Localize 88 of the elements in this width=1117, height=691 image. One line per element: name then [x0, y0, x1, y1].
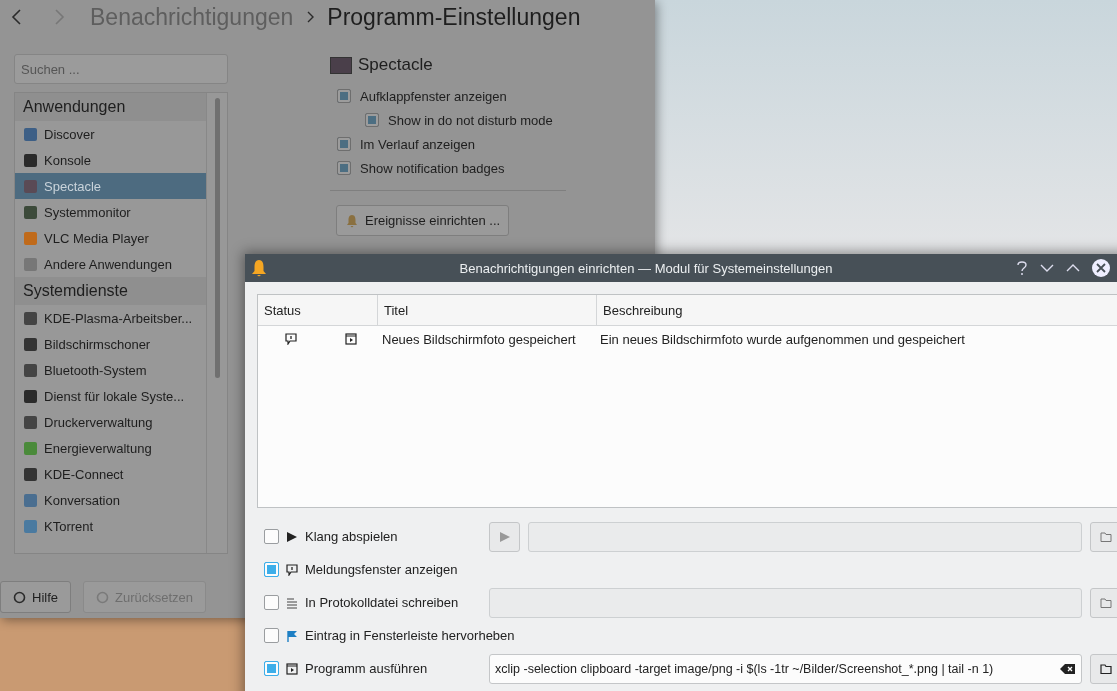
maximize-icon[interactable] [1066, 263, 1080, 273]
sidebar-item[interactable]: Discover [15, 121, 206, 147]
footer-button[interactable]: Hilfe [0, 581, 71, 613]
checkbox[interactable] [365, 113, 379, 127]
search-field[interactable]: Suchen ... [14, 54, 228, 84]
sidebar-item[interactable]: Bildschirmschoner [15, 331, 206, 357]
folder-icon [1099, 530, 1112, 543]
table-cell-text: Neues Bildschirmfoto gespeichert [381, 331, 577, 347]
app-icon [24, 153, 37, 167]
app-icon [24, 389, 37, 403]
run-program-icon [345, 333, 357, 345]
minimize-icon[interactable] [1040, 263, 1054, 273]
sidebar-item[interactable]: Konversation [15, 487, 206, 513]
app-icon [24, 441, 37, 455]
app-icon [24, 257, 37, 271]
sidebar-item[interactable]: Systemmonitor [15, 199, 206, 225]
folder-icon [1099, 596, 1112, 609]
play-icon [286, 530, 298, 543]
action-label: Programm ausführen [305, 661, 428, 676]
sidebar-item[interactable]: KDE-Plasma-Arbeitsber... [15, 305, 206, 331]
action-label: Meldungsfenster anzeigen [305, 562, 458, 577]
flag-icon [286, 629, 298, 642]
action-label: Eintrag in Fensterleiste hervorheben [305, 628, 515, 643]
table-cell-text: Ein neues Bildschirmfoto wurde aufgenommen und gespeichert [599, 331, 966, 347]
close-icon[interactable] [1092, 259, 1110, 277]
app-icon [24, 337, 37, 351]
app-icon [24, 363, 37, 377]
app-icon [24, 467, 37, 481]
sidebar-item[interactable]: Energieverwaltung [15, 435, 206, 461]
checkbox[interactable] [264, 595, 279, 610]
chevron-icon [305, 10, 316, 24]
app-icon [24, 205, 37, 219]
checkbox[interactable] [264, 661, 279, 676]
column-header[interactable]: Status [258, 295, 378, 325]
sidebar-item[interactable]: Druckerverwaltung [15, 409, 206, 435]
clear-icon[interactable] [1060, 662, 1076, 675]
run-program-icon [286, 662, 298, 675]
folder-button[interactable] [1090, 587, 1117, 618]
window-title: Benachrichtigungen einrichten — Modul für Systemeinstellungen [458, 260, 834, 276]
column-header[interactable]: Titel [378, 295, 597, 325]
button-icon [13, 590, 26, 604]
category-header: Anwendungen [15, 93, 206, 121]
configure-events-button[interactable]: Ereignisse einrichten ... [336, 205, 510, 236]
button-icon [96, 590, 109, 604]
app-icon [24, 231, 37, 245]
message-icon [285, 333, 297, 345]
command-field[interactable]: xclip -selection clipboard -target image/png -i $(ls -1tr ~/Bilder/Screenshot_*.png | tail -n 1) [489, 653, 1082, 684]
breadcrumb-item[interactable]: Programm-Einstellungen [327, 3, 581, 31]
sidebar-item[interactable]: Konsole [15, 147, 206, 173]
text-lines-icon [286, 596, 298, 609]
option-label: Im Verlauf anzeigen [360, 136, 475, 152]
app-icon [24, 493, 37, 507]
bell-icon [250, 259, 268, 277]
app-icon [24, 311, 37, 325]
sidebar-item[interactable]: Dienst für lokale Syste... [15, 383, 206, 409]
action-label: In Protokolldatei schreiben [305, 595, 459, 610]
app-icon [24, 519, 37, 533]
checkbox[interactable] [264, 628, 279, 643]
sidebar-item[interactable]: Bluetooth-System [15, 357, 206, 383]
play-icon [498, 530, 511, 543]
app-icon [24, 415, 37, 429]
play-button[interactable] [489, 521, 520, 552]
sidebar-item[interactable]: KDE-Connect [15, 461, 206, 487]
app-icon [330, 56, 352, 74]
option-label: Show notification badges [360, 160, 505, 176]
folder-button[interactable] [1090, 521, 1117, 552]
column-header[interactable]: Beschreibung [597, 295, 1117, 325]
sidebar-item[interactable]: KTorrent [15, 513, 206, 539]
option-label: Show in do not disturb mode [388, 112, 553, 128]
folder-button[interactable] [1090, 653, 1117, 684]
message-icon [286, 563, 298, 576]
action-label: Klang abspielen [305, 529, 398, 544]
checkbox[interactable] [337, 161, 351, 175]
checkbox[interactable] [337, 137, 351, 151]
help-icon[interactable] [1016, 260, 1028, 276]
checkbox[interactable] [337, 89, 351, 103]
sidebar-item[interactable]: Spectacle [15, 173, 206, 199]
sidebar-item[interactable]: VLC Media Player [15, 225, 206, 251]
category-header: Systemdienste [15, 277, 206, 305]
sidebar-item[interactable]: Andere Anwendungen [15, 251, 206, 277]
folder-icon [1099, 662, 1112, 675]
checkbox[interactable] [264, 529, 279, 544]
app-title: Spectacle [358, 55, 433, 75]
app-icon [24, 127, 37, 141]
bell-icon [345, 213, 359, 228]
option-label: Aufklappfenster anzeigen [360, 88, 507, 104]
checkbox[interactable] [264, 562, 279, 577]
app-icon [24, 179, 37, 193]
